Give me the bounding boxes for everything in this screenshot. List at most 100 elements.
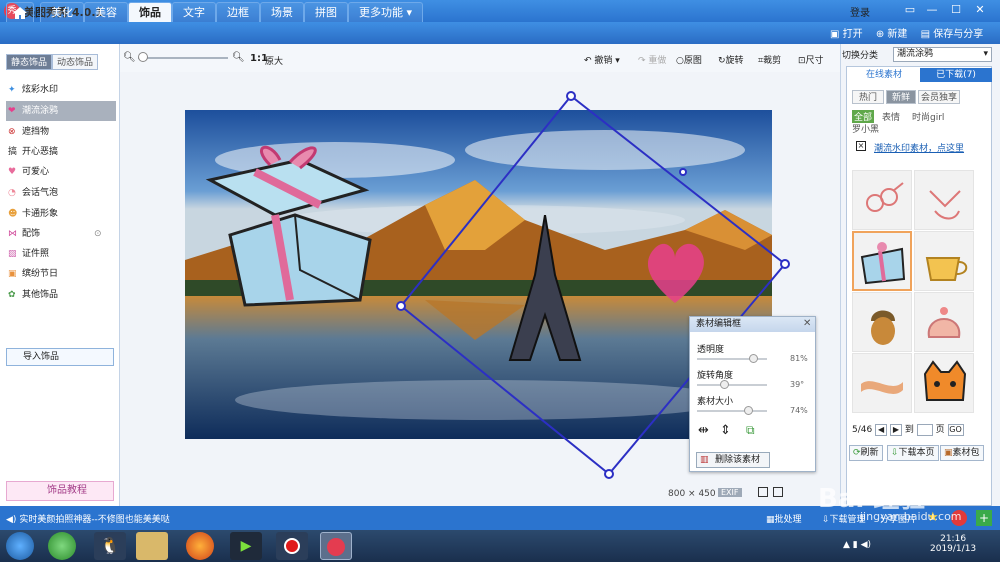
sticker-thumb[interactable] bbox=[914, 231, 974, 291]
sticker-thumb[interactable] bbox=[852, 170, 912, 230]
sticker-thumb[interactable] bbox=[852, 292, 912, 352]
resize-button[interactable]: ⊡尺寸 bbox=[798, 53, 824, 66]
taskbar-app-explorer[interactable] bbox=[136, 532, 168, 560]
tab-more[interactable]: 更多功能 ▾ bbox=[348, 2, 424, 22]
tab-accessories[interactable]: 饰品 bbox=[128, 2, 172, 22]
exif-button[interactable]: EXIF bbox=[718, 488, 742, 497]
tab-downloaded[interactable]: 已下载(7) bbox=[920, 68, 992, 82]
compare-icon[interactable] bbox=[758, 487, 768, 497]
tab-scene[interactable]: 场景 bbox=[260, 2, 304, 22]
flip-horizontal-icon[interactable]: ⇹ bbox=[698, 423, 709, 438]
login-link[interactable]: 登录 bbox=[850, 4, 870, 19]
redo-button[interactable]: ↷ 重做 bbox=[638, 53, 666, 66]
gift-box-sticker[interactable] bbox=[200, 140, 400, 310]
tab-collage[interactable]: 拼图 bbox=[304, 2, 348, 22]
close-icon[interactable]: ✕ bbox=[803, 318, 811, 329]
undo-button[interactable]: ↶ 撤销 ▾ bbox=[584, 53, 620, 66]
rotate-handle[interactable] bbox=[679, 168, 687, 176]
sticker-thumb[interactable] bbox=[852, 353, 912, 413]
save-share-button[interactable]: ▤ 保存与分享 bbox=[921, 29, 984, 40]
original-button[interactable]: ○原图 bbox=[676, 53, 702, 66]
zoom-slider[interactable] bbox=[138, 57, 228, 59]
tab-beauty[interactable]: 美容 bbox=[84, 2, 128, 22]
filter-hot[interactable]: 热门 bbox=[852, 90, 884, 104]
delete-material-button[interactable]: ▥ 删除该素材 bbox=[696, 452, 770, 468]
taskbar-app-recorder[interactable] bbox=[276, 532, 308, 560]
sticker-thumb[interactable] bbox=[914, 170, 974, 230]
category-item[interactable]: 搞开心恶搞 bbox=[6, 142, 116, 162]
sticker-thumb[interactable] bbox=[914, 353, 974, 413]
tab-beautify[interactable]: 美化 bbox=[40, 2, 84, 22]
refresh-button[interactable]: ⟳刷新 bbox=[849, 445, 883, 461]
zoom-in-icon[interactable]: 🔍︎ bbox=[232, 52, 245, 63]
category-item[interactable]: ✦ 炫彩水印 bbox=[6, 80, 116, 100]
taskbar-app-360[interactable] bbox=[48, 532, 76, 560]
material-pack-button[interactable]: ▣素材包 bbox=[940, 445, 984, 461]
category-item[interactable]: ▣ 缤纷节日 bbox=[6, 264, 116, 284]
rotation-slider[interactable] bbox=[697, 384, 767, 386]
skin-button[interactable]: ▭ bbox=[900, 2, 920, 18]
close-window-button[interactable]: ✕ bbox=[970, 2, 990, 18]
new-button[interactable]: ⊕ 新建 bbox=[876, 29, 908, 40]
zoom-out-icon[interactable]: 🔍︎ bbox=[123, 52, 136, 63]
go-button[interactable]: GO bbox=[947, 424, 964, 436]
tutorial-button[interactable]: 饰品教程 bbox=[6, 481, 114, 501]
fullscreen-icon[interactable] bbox=[773, 487, 783, 497]
tray-icons[interactable]: ▲ ▮ ◀) bbox=[843, 540, 871, 550]
category-item[interactable]: ☻ 卡通形象 bbox=[6, 204, 116, 224]
resize-handle[interactable] bbox=[566, 91, 576, 101]
resize-handle[interactable] bbox=[604, 469, 614, 479]
size-slider-thumb[interactable] bbox=[744, 406, 754, 415]
maximize-button[interactable]: ☐ bbox=[946, 2, 966, 18]
subfilter-luoxiaohei[interactable]: 罗小黑 bbox=[852, 122, 879, 135]
prev-page-button[interactable]: ◀ bbox=[875, 424, 888, 436]
expand-icon[interactable]: ⊙ bbox=[94, 224, 102, 244]
page-input[interactable] bbox=[916, 423, 933, 436]
size-slider[interactable] bbox=[697, 410, 767, 412]
add-icon[interactable]: + bbox=[976, 510, 992, 526]
import-accessory-button[interactable]: 导入饰品 bbox=[6, 348, 114, 366]
watermark-link[interactable]: 潮流水印素材，点这里 bbox=[874, 141, 964, 154]
filter-new[interactable]: 新鲜 bbox=[886, 90, 916, 104]
status-message[interactable]: ◀) 实时美颜拍照神器--不修图也能美美哒 bbox=[6, 512, 170, 525]
category-item[interactable]: ✿ 其他饰品 bbox=[6, 285, 116, 305]
taskbar-app-firefox[interactable] bbox=[186, 532, 214, 560]
category-item[interactable]: ⋈ 配饰 ⊙ bbox=[6, 224, 116, 244]
crop-button[interactable]: ⌗裁剪 bbox=[758, 53, 781, 66]
original-size-button[interactable]: 原大 bbox=[265, 54, 283, 67]
category-select[interactable]: 潮流涂鸦 ▾ bbox=[893, 47, 992, 62]
subfilter-emoji[interactable]: 表情 bbox=[882, 110, 900, 123]
tab-online-materials[interactable]: 在线素材 bbox=[848, 68, 920, 82]
rotate-button[interactable]: ↻旋转 bbox=[718, 53, 744, 66]
open-button[interactable]: ▣ 打开 bbox=[830, 29, 863, 40]
flip-vertical-icon[interactable]: ⇕ bbox=[720, 423, 731, 438]
taskbar-app-video[interactable]: ▶ bbox=[230, 532, 262, 560]
category-item[interactable]: ❤ 潮流涂鸦 bbox=[6, 101, 116, 121]
next-page-button[interactable]: ▶ bbox=[889, 424, 902, 436]
resize-handle[interactable] bbox=[780, 259, 790, 269]
subfilter-girl[interactable]: 时尚girl bbox=[912, 110, 944, 123]
batch-button[interactable]: ▦批处理 bbox=[766, 512, 802, 525]
clock[interactable]: 21:16 2019/1/13 bbox=[930, 534, 976, 554]
category-item[interactable]: ⊗ 遮挡物 bbox=[6, 122, 116, 142]
tab-animated-accessories[interactable]: 动态饰品 bbox=[52, 54, 99, 70]
home-tab[interactable] bbox=[6, 2, 34, 22]
copy-icon[interactable]: ⧉ bbox=[746, 423, 755, 438]
tab-text[interactable]: 文字 bbox=[172, 2, 216, 22]
rotation-slider-thumb[interactable] bbox=[719, 380, 729, 389]
start-button[interactable] bbox=[6, 532, 34, 560]
minimize-button[interactable]: — bbox=[922, 2, 942, 18]
category-item[interactable]: ◔ 会话气泡 bbox=[6, 183, 116, 203]
taskbar-app-meitu[interactable] bbox=[320, 532, 352, 560]
download-page-button[interactable]: ⇩下载本页 bbox=[887, 445, 939, 461]
opacity-slider-thumb[interactable] bbox=[749, 354, 759, 363]
taskbar-app-qq[interactable]: 🐧 bbox=[94, 532, 126, 560]
zoom-slider-thumb[interactable] bbox=[138, 52, 148, 62]
category-item[interactable]: ♥ 可爱心 bbox=[6, 162, 116, 182]
tab-static-accessories[interactable]: 静态饰品 bbox=[6, 54, 53, 70]
category-item[interactable]: ▨ 证件照 bbox=[6, 244, 116, 264]
sticker-thumb-selected[interactable] bbox=[852, 231, 912, 291]
sticker-thumb[interactable] bbox=[914, 292, 974, 352]
tab-border[interactable]: 边框 bbox=[216, 2, 260, 22]
resize-handle[interactable] bbox=[396, 301, 406, 311]
